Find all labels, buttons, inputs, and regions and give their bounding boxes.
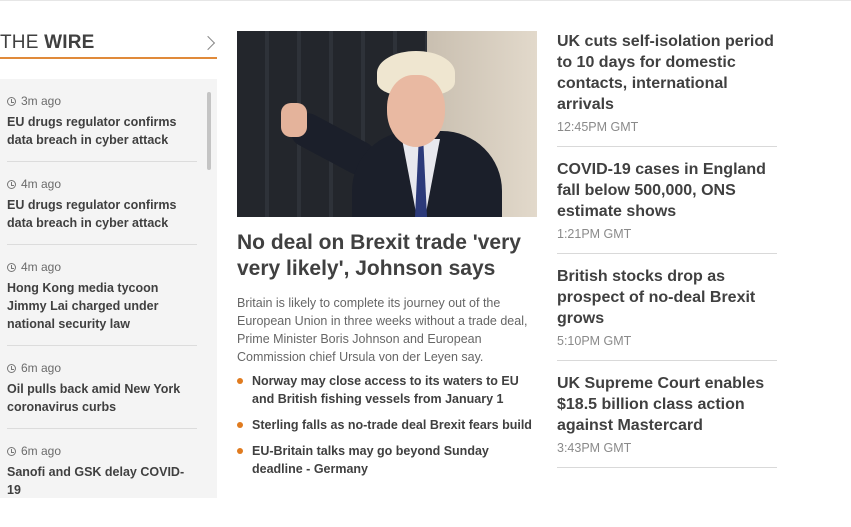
wire-feed-panel: 3m ago EU drugs regulator confirms data … [0,79,217,498]
related-story-link[interactable]: Sterling falls as no-trade deal Brexit f… [252,416,532,434]
wire-item-headline[interactable]: EU drugs regulator confirms data breach … [7,113,197,149]
clock-icon [7,363,16,373]
wire-title-prefix: THE [0,32,39,53]
story-headline[interactable]: COVID-19 cases in England fall below 500… [557,159,777,222]
story-headline[interactable]: UK Supreme Court enables $18.5 billion c… [557,373,777,436]
wire-header[interactable]: THE WIRE [0,28,217,59]
top-stories-column: UK cuts self-isolation period to 10 days… [557,31,777,480]
photo-face [387,75,445,147]
photo-thumbs-up-hand [281,103,307,137]
wire-item-headline[interactable]: Sanofi and GSK delay COVID-19 [7,463,197,498]
related-story[interactable]: Sterling falls as no-trade deal Brexit f… [237,416,537,434]
wire-item[interactable]: 6m ago Oil pulls back amid New York coro… [7,346,197,429]
clock-icon [7,262,16,272]
wire-title-main: WIRE [44,32,95,53]
wire-item[interactable]: 4m ago EU drugs regulator confirms data … [7,162,197,245]
wire-item-headline[interactable]: Oil pulls back amid New York coronavirus… [7,380,197,416]
story-headline[interactable]: British stocks drop as prospect of no-de… [557,266,777,329]
story-timestamp: 12:45PM GMT [557,120,639,134]
lead-story: No deal on Brexit trade 'very very likel… [237,31,537,486]
wire-item[interactable]: 3m ago EU drugs regulator confirms data … [7,79,197,162]
related-story-link[interactable]: EU-Britain talks may go beyond Sunday de… [252,442,537,478]
wire-item-time: 4m ago [7,176,197,192]
clock-icon [7,446,16,456]
story-card[interactable]: COVID-19 cases in England fall below 500… [557,159,777,254]
story-card[interactable]: UK cuts self-isolation period to 10 days… [557,31,777,147]
wire-item-time: 3m ago [7,93,197,109]
wire-item[interactable]: 4m ago Hong Kong media tycoon Jimmy Lai … [7,245,197,346]
wire-item[interactable]: 6m ago Sanofi and GSK delay COVID-19 [7,429,197,498]
wire-item-time-text: 4m ago [21,177,62,191]
wire-item-time-text: 6m ago [21,361,62,375]
wire-list: 3m ago EU drugs regulator confirms data … [7,79,197,498]
related-stories-list: Norway may close access to its waters to… [237,372,537,478]
top-divider [0,0,851,1]
story-timestamp: 1:21PM GMT [557,227,632,241]
wire-item-headline[interactable]: EU drugs regulator confirms data breach … [7,196,197,232]
chevron-right-icon[interactable] [200,35,216,51]
wire-item-time: 6m ago [7,443,197,459]
story-timestamp: 5:10PM GMT [557,334,632,348]
story-headline[interactable]: UK cuts self-isolation period to 10 days… [557,31,777,115]
lead-story-headline[interactable]: No deal on Brexit trade 'very very likel… [237,230,537,282]
related-story[interactable]: Norway may close access to its waters to… [237,372,537,408]
the-wire-section: THE WIRE 3m ago EU drugs regulator confi… [0,28,217,498]
bullet-dot-icon [237,422,243,428]
lead-story-photo[interactable] [237,31,537,217]
wire-item-time: 4m ago [7,259,197,275]
bullet-dot-icon [237,448,243,454]
lead-story-summary: Britain is likely to complete its journe… [237,296,528,364]
story-card[interactable]: UK Supreme Court enables $18.5 billion c… [557,373,777,468]
wire-scrollbar-thumb[interactable] [207,92,211,170]
related-story-link[interactable]: Norway may close access to its waters to… [252,372,537,408]
clock-icon [7,96,16,106]
related-story[interactable]: EU-Britain talks may go beyond Sunday de… [237,442,537,478]
wire-item-time: 6m ago [7,360,197,376]
story-card[interactable]: British stocks drop as prospect of no-de… [557,266,777,361]
wire-item-headline[interactable]: Hong Kong media tycoon Jimmy Lai charged… [7,279,197,333]
wire-item-time-text: 6m ago [21,444,62,458]
clock-icon [7,179,16,189]
wire-title[interactable]: THE WIRE [0,32,95,54]
wire-item-time-text: 3m ago [21,94,62,108]
story-timestamp: 3:43PM GMT [557,441,632,455]
wire-scrollbar[interactable] [207,92,211,498]
bullet-dot-icon [237,378,243,384]
wire-item-time-text: 4m ago [21,260,62,274]
